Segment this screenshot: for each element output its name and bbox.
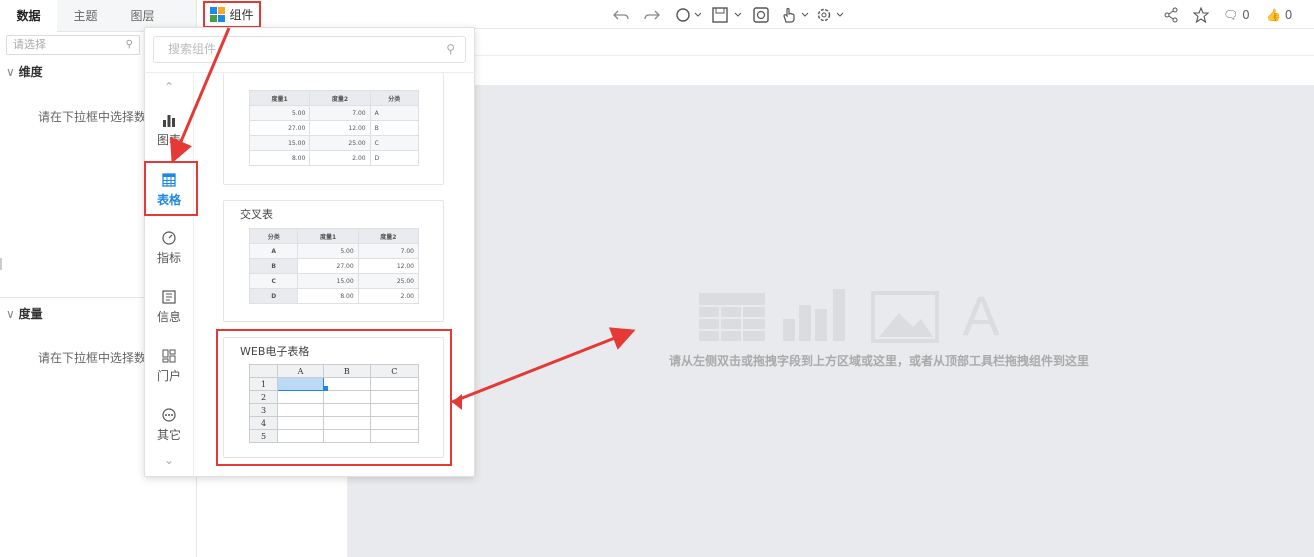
- annotation-arrows: [169, 27, 636, 410]
